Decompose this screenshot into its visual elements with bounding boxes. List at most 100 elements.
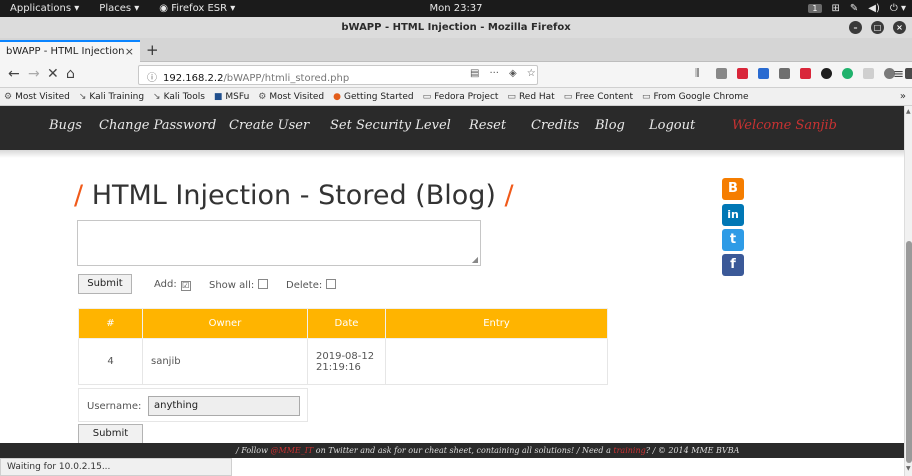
- submit-username-button[interactable]: Submit: [78, 424, 143, 444]
- bookmark-item[interactable]: ▭ Red Hat: [507, 92, 554, 102]
- minimize-button[interactable]: –: [849, 21, 862, 34]
- row-owner: sanjib: [142, 338, 308, 385]
- bookmark-item[interactable]: ↘ Kali Tools: [153, 92, 205, 102]
- back-icon[interactable]: ←: [8, 66, 20, 82]
- bookmark-label: Getting Started: [344, 91, 414, 102]
- menu-logout[interactable]: Logout: [649, 118, 695, 133]
- bookmark-item[interactable]: ⚙ Most Visited: [4, 92, 70, 102]
- folder-icon: ▭: [507, 91, 516, 102]
- bookmark-item[interactable]: ■ MSFu: [214, 92, 249, 102]
- bookmark-label: Free Content: [575, 91, 633, 102]
- pen-icon[interactable]: ✎: [850, 3, 858, 14]
- menu-reset[interactable]: Reset: [469, 118, 506, 133]
- volume-icon[interactable]: ◀): [868, 3, 880, 14]
- bookmark-star-icon[interactable]: ☆: [527, 68, 536, 79]
- twitter-icon[interactable]: t: [722, 229, 744, 251]
- bookmark-item[interactable]: ▭ From Google Chrome: [642, 92, 749, 102]
- menu-change-password[interactable]: Change Password: [99, 118, 216, 133]
- page-scrollbar[interactable]: ▲ ▼: [904, 106, 912, 476]
- menu-create-user[interactable]: Create User: [229, 118, 309, 133]
- forward-icon[interactable]: →: [28, 66, 40, 82]
- reader-view-icon[interactable]: ▤: [470, 68, 479, 79]
- url-path: /bWAPP/htmli_stored.php: [223, 73, 350, 84]
- page-actions-button[interactable]: ···: [489, 68, 499, 79]
- facebook-icon[interactable]: f: [722, 254, 744, 276]
- username-row: Username: anything: [78, 388, 308, 422]
- window-controls: – □ ×: [849, 21, 906, 34]
- tab-close-icon[interactable]: ×: [125, 45, 134, 58]
- extension-n-icon[interactable]: [758, 68, 769, 79]
- extension-square-icon[interactable]: [800, 68, 811, 79]
- bookmark-item[interactable]: ● Getting Started: [333, 92, 413, 102]
- status-bar: Waiting for 10.0.2.15...: [0, 458, 232, 476]
- extension-refresh-icon[interactable]: [779, 68, 790, 79]
- folder-icon: ▭: [422, 91, 432, 102]
- hamburger-menu-icon[interactable]: ≡: [893, 67, 904, 82]
- close-window-button[interactable]: ×: [893, 21, 906, 34]
- bookmark-item[interactable]: ▭ Free Content: [564, 92, 633, 102]
- library-icon[interactable]: ⫼: [695, 68, 706, 79]
- bookmarks-overflow-icon[interactable]: »: [900, 91, 906, 102]
- folder-icon: ▭: [563, 91, 573, 102]
- navigation-toolbar: ← → ✕ ⌂ ⓘ 192.168.2.2/bWAPP/htmli_stored.…: [0, 62, 912, 88]
- network-icon[interactable]: ⊞: [832, 3, 840, 14]
- twitter-link[interactable]: @MME_IT: [271, 446, 314, 455]
- bookmark-item[interactable]: ▭ Fedora Project: [423, 92, 499, 102]
- training-link[interactable]: training: [613, 446, 645, 455]
- show-all-checkbox[interactable]: [258, 279, 269, 289]
- extension-red-icon[interactable]: [737, 68, 748, 79]
- kali-icon: ↘: [78, 91, 87, 102]
- extension-toolbar: ⫼: [695, 68, 912, 79]
- home-icon[interactable]: ⌂: [66, 66, 75, 82]
- header-owner: Owner: [142, 308, 308, 339]
- workspace-indicator[interactable]: 1: [808, 4, 822, 13]
- sidebar-icon[interactable]: [716, 68, 727, 79]
- tab-bwapp[interactable]: bWAPP - HTML Injection ×: [0, 40, 140, 62]
- username-input[interactable]: anything: [148, 396, 300, 416]
- extension-dark-icon[interactable]: [821, 68, 832, 79]
- desktop-screen: Applications ▾ Places ▾ ◉ Firefox ESR ▾ …: [0, 0, 912, 476]
- extension-green-icon[interactable]: [842, 68, 853, 79]
- scroll-up-icon[interactable]: ▲: [906, 108, 911, 115]
- row-date: 2019-08-12 21:19:16: [307, 338, 386, 385]
- gear-icon: ⚙: [258, 91, 267, 102]
- bookmark-item[interactable]: ⚙ Most Visited: [258, 92, 324, 102]
- bookmark-label: Most Visited: [15, 91, 70, 102]
- bookmark-label: Fedora Project: [434, 91, 499, 102]
- extension-screen-icon[interactable]: [905, 68, 912, 79]
- header-date: Date: [307, 308, 386, 339]
- bookmark-label: Red Hat: [518, 91, 555, 102]
- submit-entry-button[interactable]: Submit: [78, 274, 132, 294]
- bookmark-label: Kali Training: [89, 91, 145, 102]
- stop-icon[interactable]: ✕: [47, 66, 59, 82]
- clock[interactable]: Mon 23:37: [0, 3, 912, 14]
- menu-bugs[interactable]: Bugs: [49, 118, 82, 133]
- pocket-icon[interactable]: ◈: [509, 68, 517, 79]
- scroll-down-icon[interactable]: ▼: [906, 465, 911, 472]
- maximize-button[interactable]: □: [871, 21, 884, 34]
- new-tab-button[interactable]: +: [146, 41, 159, 59]
- username-label: Username:: [87, 401, 142, 412]
- info-icon[interactable]: ⓘ: [147, 73, 157, 84]
- add-option: Add: ☑: [154, 279, 191, 291]
- menu-credits[interactable]: Credits: [531, 118, 579, 133]
- power-icon[interactable]: ⏻ ▾: [890, 3, 906, 14]
- extension-grey-icon[interactable]: [863, 68, 874, 79]
- kali-icon: ↘: [153, 91, 161, 102]
- blog-entry-textarea[interactable]: ◢: [77, 220, 481, 266]
- resize-grip-icon[interactable]: ◢: [472, 255, 478, 264]
- table-header-row: # Owner Date Entry: [78, 308, 608, 339]
- menu-set-security-level[interactable]: Set Security Level: [330, 118, 451, 133]
- add-checkbox[interactable]: ☑: [180, 281, 191, 291]
- blogger-icon[interactable]: B: [722, 178, 744, 200]
- bookmark-item[interactable]: ↘ Kali Training: [79, 92, 144, 102]
- page-content: Bugs Change Password Create User Set Sec…: [0, 106, 904, 458]
- scrollbar-thumb[interactable]: [906, 241, 912, 463]
- menu-welcome: Welcome Sanjib: [732, 118, 837, 133]
- delete-checkbox[interactable]: [326, 279, 337, 289]
- system-tray: 1 ⊞ ✎ ◀) ⏻ ▾: [808, 0, 906, 17]
- table-row: 4 sanjib 2019-08-12 21:19:16: [78, 338, 608, 385]
- linkedin-icon[interactable]: in: [722, 204, 744, 226]
- menu-blog[interactable]: Blog: [595, 118, 625, 133]
- url-actions: ▤ ··· ◈ ☆: [470, 68, 536, 79]
